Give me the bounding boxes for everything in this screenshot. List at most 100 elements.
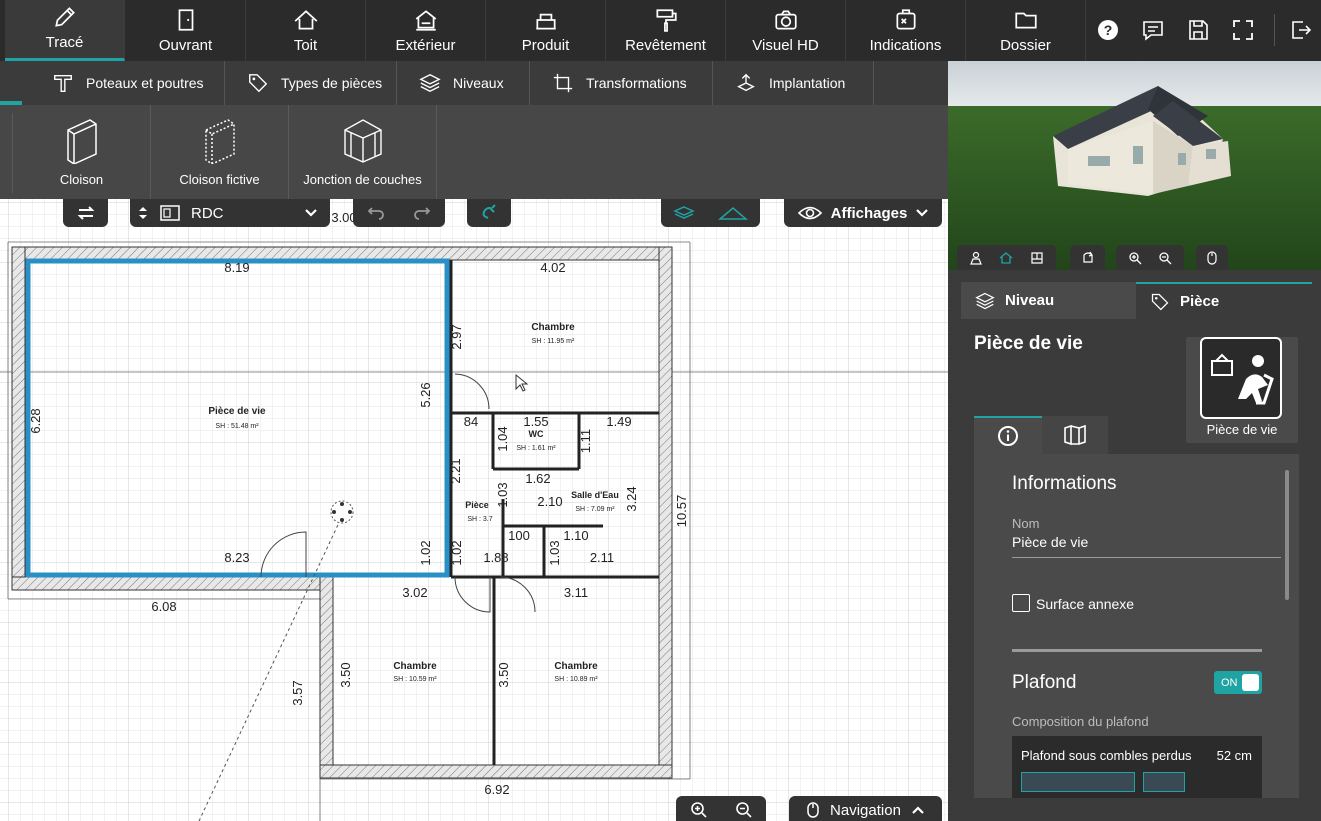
roof-icon	[294, 10, 317, 30]
zoom-out-icon[interactable]	[1158, 251, 1172, 265]
dim-text: 2.10	[537, 494, 562, 509]
zoom-out-icon[interactable]	[735, 801, 753, 819]
subtab-niveaux-label: Niveaux	[453, 75, 504, 91]
dim-text: 3.50	[496, 662, 511, 687]
zoom-in-icon[interactable]	[1128, 251, 1142, 265]
tab-revetement[interactable]: Revêtement	[606, 0, 726, 61]
composition-item[interactable]: Plafond sous combles perdus 52 cm	[1012, 736, 1262, 798]
exit-icon[interactable]	[1289, 18, 1313, 42]
help-icon[interactable]: ?	[1096, 18, 1120, 42]
magnet-button[interactable]	[467, 199, 511, 227]
house-3d-render	[948, 61, 1321, 270]
room-label-piece: Pièce	[465, 500, 489, 510]
subtab-poteaux[interactable]: Poteaux et poutres	[22, 61, 225, 105]
tab-informations[interactable]	[974, 416, 1042, 454]
navigation-dropdown[interactable]: Navigation	[789, 796, 942, 821]
pencil-icon	[54, 7, 75, 27]
room-sh-piece-de-vie: SH : 51.48 m²	[215, 423, 259, 430]
subtab-niveaux[interactable]: Niveaux	[397, 61, 530, 105]
dim-text: 3.57	[290, 680, 305, 705]
fullscreen-icon[interactable]	[1231, 18, 1255, 42]
exterior-icon	[415, 10, 436, 31]
dim-text: 1.02	[449, 540, 464, 565]
nom-input[interactable]: Pièce de vie	[1012, 534, 1281, 558]
tab-piece[interactable]: Pièce	[1136, 282, 1312, 319]
terrain-view-icon[interactable]	[718, 205, 749, 221]
tab-visuel-hd[interactable]: Visuel HD	[726, 0, 846, 61]
room-label-piece-de-vie: Pièce de vie	[208, 406, 266, 417]
scrollbar[interactable]	[1285, 470, 1289, 600]
tab-ouvrant[interactable]: Ouvrant	[126, 0, 246, 61]
plan-view-icon[interactable]	[1030, 251, 1044, 265]
tab-exterieur[interactable]: Extérieur	[366, 0, 486, 61]
redo-icon[interactable]	[413, 206, 431, 220]
plafond-toggle[interactable]: ON	[1214, 671, 1262, 694]
tool-panel: Cloison Cloison fictive Jonction de couc…	[0, 105, 948, 199]
composition-value: Plafond sous combles perdus	[1021, 748, 1192, 763]
tool-cloison[interactable]: Cloison	[13, 105, 151, 199]
tab-ouvrant-label: Ouvrant	[158, 37, 213, 54]
affichages-dropdown[interactable]: Affichages	[784, 199, 942, 227]
dim-text: 3.02	[402, 585, 427, 600]
navigation-label: Navigation	[830, 801, 901, 819]
dim-text: 4.02	[540, 260, 565, 275]
composition-layer-chip[interactable]	[1143, 772, 1185, 792]
tab-revetement-label: Revêtement	[625, 37, 706, 54]
tab-trace[interactable]: Tracé	[5, 0, 125, 61]
dim-text: 3.11	[564, 585, 588, 600]
3d-mouse-button[interactable]	[1196, 245, 1228, 270]
mouse-icon	[807, 802, 819, 818]
indications-icon	[895, 9, 916, 30]
composition-layer-chip[interactable]	[1021, 772, 1135, 792]
comment-icon[interactable]	[1141, 18, 1165, 42]
dim-text: 1.55	[523, 414, 548, 429]
tool-cloison-fictive[interactable]: Cloison fictive	[151, 105, 289, 199]
subtab-types-pieces[interactable]: Types de pièces	[225, 61, 397, 105]
level-selector[interactable]: RDC	[130, 199, 330, 227]
dim-text: 1.10	[563, 528, 588, 543]
camera-icon	[774, 10, 797, 30]
layers-view-icon[interactable]	[672, 205, 695, 221]
tab-produit[interactable]: Produit	[486, 0, 606, 61]
floor-plan[interactable]: Pièce de vie SH : 51.48 m² Chambre SH : …	[0, 199, 948, 821]
tab-dossier[interactable]: Dossier	[966, 0, 1086, 61]
tool-jonction[interactable]: Jonction de couches	[289, 105, 437, 199]
room-sh-wc: SH : 1.61 m²	[516, 445, 556, 452]
dim-text: 100	[508, 528, 530, 543]
product-icon	[535, 13, 556, 30]
3d-preview[interactable]	[948, 61, 1321, 270]
dim-text: 84	[464, 414, 478, 429]
dim-text: 3.24	[624, 486, 639, 511]
armchair-tv-icon	[1211, 353, 1274, 405]
person-view-icon[interactable]	[969, 251, 983, 265]
surface-annexe-checkbox[interactable]	[1012, 594, 1030, 612]
room-label-salle-eau: Salle d'Eau	[571, 490, 619, 500]
tab-walls[interactable]	[1042, 416, 1108, 454]
plan-canvas[interactable]: Pièce de vie SH : 51.48 m² Chambre SH : …	[0, 199, 948, 821]
dim-text: 6.08	[151, 599, 176, 614]
tab-piece-label: Pièce	[1180, 293, 1220, 310]
properties-panel: Niveau Pièce Pièce de vie Pièce de vie I…	[948, 270, 1321, 821]
tool-cloison-label: Cloison	[59, 172, 104, 187]
zoom-in-icon[interactable]	[690, 801, 708, 819]
tab-toit[interactable]: Toit	[246, 0, 366, 61]
undo-icon[interactable]	[367, 206, 385, 220]
subtab-implantation[interactable]: Implantation	[713, 61, 874, 105]
house-view-icon[interactable]	[999, 251, 1013, 265]
dim-text: 1.03	[547, 540, 562, 565]
implantation-icon	[737, 73, 755, 92]
room-label-chambre-1: Chambre	[531, 322, 575, 333]
subtab-transformations[interactable]: Transformations	[530, 61, 713, 105]
tab-indications[interactable]: Indications	[846, 0, 966, 61]
save-icon[interactable]	[1186, 18, 1210, 42]
swap-button[interactable]	[63, 199, 108, 227]
room-type-card[interactable]: Pièce de vie	[1186, 337, 1298, 443]
tab-niveau[interactable]: Niveau	[961, 282, 1136, 319]
dim-text: 8.23	[224, 550, 249, 565]
zoom-group	[676, 796, 766, 821]
rotate-button[interactable]	[1070, 245, 1105, 270]
crop-icon	[553, 73, 573, 93]
room-sh-chambre-3: SH : 10.89 m²	[554, 676, 598, 683]
subtab-implantation-label: Implantation	[769, 75, 846, 91]
stepper-icon	[139, 207, 147, 219]
